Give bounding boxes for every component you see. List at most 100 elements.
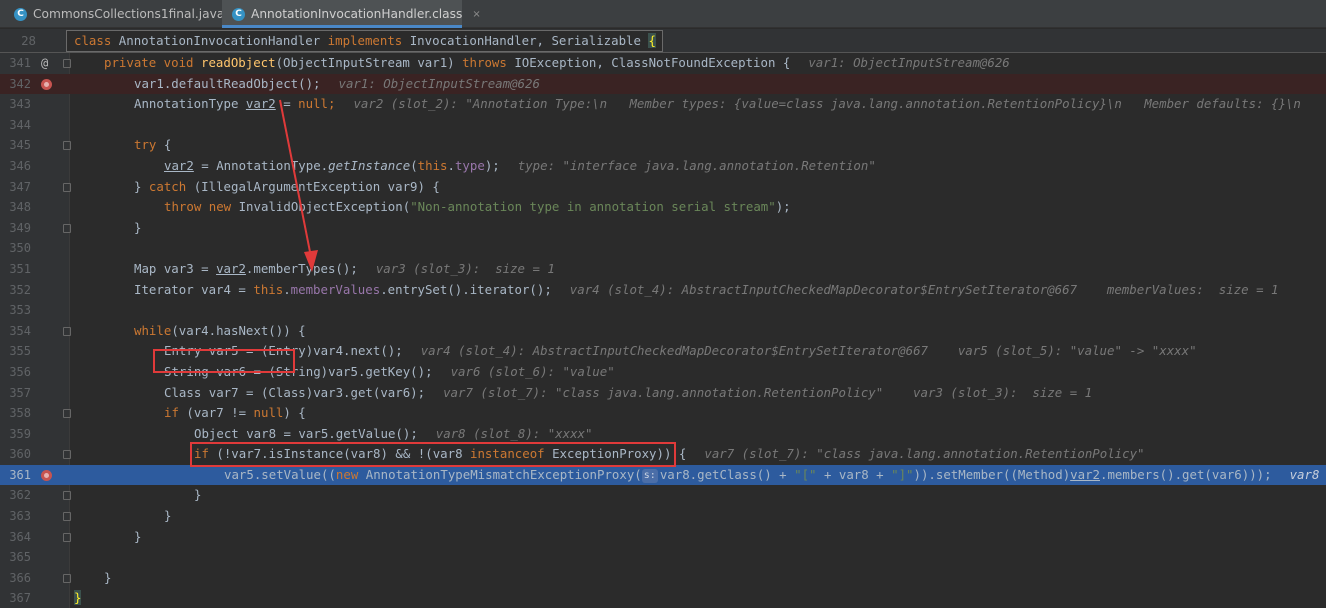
code-line-363[interactable]: 363 } [0,506,1326,527]
debug-inline-value: var4 (slot_4): AbstractInputCheckedMapDe… [420,343,1197,359]
class-file-icon: C [232,7,245,21]
editor-tab-bar: C CommonsCollections1final.java C Annota… [0,0,1326,28]
code-line-357[interactable]: 357 Class var7 = (Class)var3.get(var6); v… [0,383,1326,404]
line-number: 28 [21,33,36,48]
line-number: 351 [9,261,31,276]
line-number: 359 [9,426,31,441]
line-number: 341 [9,56,31,70]
debug-inline-value: type: "interface java.lang.annotation.Re… [517,157,876,173]
code-text: } [74,590,82,606]
debug-inline-value: var7 (slot_7): "class java.lang.annotati… [443,384,1093,400]
code-line-366[interactable]: 366 } [0,568,1326,589]
fold-marker-icon[interactable] [63,409,71,419]
tab-annotation-invocation-handler[interactable]: C AnnotationInvocationHandler.class × [222,0,481,28]
code-line-347[interactable]: 347 } catch (IllegalArgumentException va… [0,177,1326,198]
code-line-350[interactable]: 350 [0,238,1326,259]
code-area[interactable]: 341 @ private void readObject(ObjectInpu… [0,53,1326,608]
interface-list: InvocationHandler, Serializable [402,33,649,48]
code-line-352[interactable]: 352 Iterator var4 = this.memberValues.en… [0,280,1326,301]
code-line-365[interactable]: 365 [0,547,1326,568]
code-text: private void readObject(ObjectInputStrea… [104,55,1010,70]
line-number: 356 [9,364,31,379]
fold-marker-icon[interactable] [63,59,71,68]
fold-marker-icon[interactable] [63,223,71,233]
debug-inline-value: var1: ObjectInputStream@626 [338,75,540,91]
code-line-341[interactable]: 341 @ private void readObject(ObjectInpu… [0,53,1326,74]
code-line-351[interactable]: 351 Map var3 = var2.memberTypes(); var3 (… [0,259,1326,280]
line-number: 364 [9,529,31,544]
code-line-364[interactable]: 364 } [0,527,1326,548]
fold-marker-icon[interactable] [63,326,71,336]
close-icon[interactable]: × [472,9,480,20]
code-line-358[interactable]: 358 if (var7 != null) { [0,403,1326,424]
fold-marker-icon[interactable] [63,573,71,583]
code-line-362[interactable]: 362 } [0,485,1326,506]
code-line-349[interactable]: 349 } [0,218,1326,239]
keyword: implements [327,33,403,48]
code-text: Entry var5 = (Entry)var4.next(); var4 (sl… [164,343,1197,359]
code-line-346[interactable]: 346 var2 = AnnotationType.getInstance(th… [0,156,1326,177]
debug-inline-value: var3 (slot_3): size = 1 [375,260,555,276]
fold-marker-icon[interactable] [63,532,71,542]
class-name: AnnotationInvocationHandler [111,33,328,48]
line-number: 346 [9,158,31,173]
code-line-359[interactable]: 359 Object var8 = var5.getValue(); var8 (… [0,424,1326,445]
debug-inline-value: var8 (slot_8): "xxxx" [435,425,593,441]
code-text: throw new InvalidObjectException("Non-an… [164,199,791,215]
line-number: 365 [9,550,31,565]
sticky-class-declaration: class AnnotationInvocationHandler implem… [66,30,663,52]
code-line-356[interactable]: 356 String var6 = (String)var5.getKey();… [0,362,1326,383]
debug-inline-value: var8 [1289,466,1320,482]
line-number: 353 [9,303,31,318]
code-text: if (!var7.isInstance(var8) && !(var8 ins… [194,446,1145,462]
parameter-hint-badge: s: [641,468,658,483]
code-line-367[interactable]: 367 } [0,588,1326,608]
line-number: 349 [9,220,31,235]
tab-label: AnnotationInvocationHandler.class [251,7,463,21]
fold-marker-icon[interactable] [63,141,71,151]
override-at-icon[interactable]: @ [41,53,48,74]
code-line-343[interactable]: 343 AnnotationType var2 = null; var2 (slo… [0,94,1326,115]
code-text: } [134,528,142,544]
code-text: } [134,219,142,235]
code-line-360[interactable]: 360 if (!var7.isInstance(var8) && !(var8… [0,444,1326,465]
line-number: 343 [9,97,31,112]
keyword: class [74,33,112,48]
code-text: var1.defaultReadObject(); var1: ObjectInp… [134,75,540,91]
line-number: 363 [9,509,31,524]
line-number: 367 [9,591,31,606]
code-text: Iterator var4 = this.memberValues.entryS… [134,281,1279,297]
debug-inline-value: var4 (slot_4): AbstractInputCheckedMapDe… [569,281,1279,297]
java-class-icon: C [14,7,27,21]
code-line-348[interactable]: 348 throw new InvalidObjectException("No… [0,197,1326,218]
code-text: Class var7 = (Class)var3.get(var6); var7 … [164,384,1093,400]
line-number: 361 [9,467,31,482]
line-number: 357 [9,385,31,400]
line-number: 344 [9,117,31,132]
code-line-342[interactable]: 342 var1.defaultReadObject(); var1: Objec… [0,73,1326,95]
code-line-344[interactable]: 344 [0,115,1326,136]
line-number: 362 [9,488,31,503]
code-text: } [104,569,112,585]
sticky-class-header[interactable]: 28 class AnnotationInvocationHandler imp… [0,29,1326,53]
code-line-345[interactable]: 345 try { [0,135,1326,156]
line-number: 358 [9,406,31,421]
code-text: } [164,508,172,524]
code-text: try { [134,137,172,153]
code-line-354[interactable]: 354 while(var4.hasNext()) { [0,321,1326,342]
tab-commons-collections1final[interactable]: C CommonsCollections1final.java [0,0,224,28]
code-line-361-current[interactable]: 361 var5.setValue((new AnnotationTypeMis… [0,464,1326,486]
line-number: 360 [9,447,31,462]
fold-marker-icon[interactable] [63,491,71,501]
fold-marker-icon[interactable] [63,512,71,522]
code-line-355[interactable]: 355 Entry var5 = (Entry)var4.next(); var4… [0,341,1326,362]
breakpoint-icon[interactable] [41,78,52,90]
code-text: if (var7 != null) { [164,405,306,421]
code-text: } [194,487,202,503]
fold-marker-icon[interactable] [63,182,71,192]
line-number: 345 [9,138,31,153]
fold-marker-icon[interactable] [63,450,71,460]
code-line-353[interactable]: 353 [0,300,1326,321]
breakpoint-icon[interactable] [41,469,52,481]
matched-brace: { [648,33,656,48]
